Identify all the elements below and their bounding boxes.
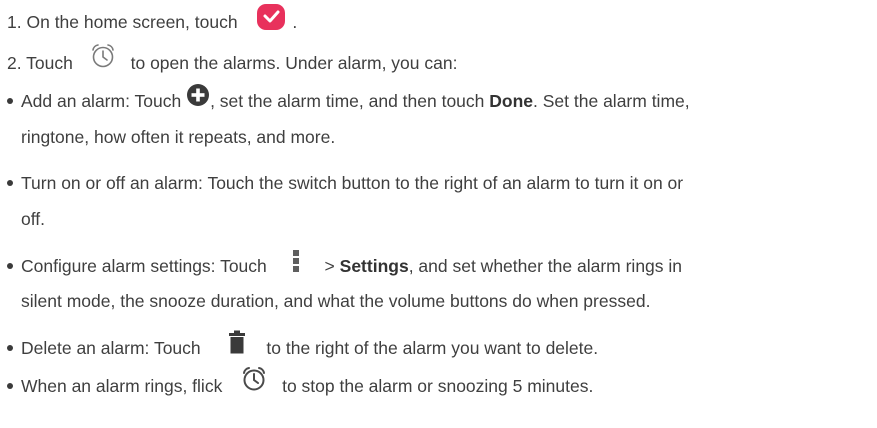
bullet-text-end: , and set whether the alarm rings in <box>408 256 683 276</box>
step-number: 1. <box>7 12 22 32</box>
bullet-dot <box>7 97 13 104</box>
bullet-dot <box>7 344 13 351</box>
step-text-end: . <box>292 12 298 32</box>
alarm-clock-icon <box>90 43 116 69</box>
bullet-dot <box>7 179 13 186</box>
bullet-text-mid: , set the alarm time, and then touch <box>210 91 485 111</box>
bullet-text: When an alarm rings, flick <box>21 376 223 396</box>
bullet-dot <box>7 382 13 389</box>
bullet-text: Add an alarm: Touch <box>21 91 182 111</box>
bullet-delete-alarm: Delete an alarm: Touch to the right of t… <box>4 330 599 359</box>
bullet-dot <box>7 262 13 269</box>
step-number: 2. <box>7 53 22 73</box>
bullet-alarm-settings-cont: silent mode, the snooze duration, and wh… <box>21 291 651 311</box>
bullet-alarm-settings: Configure alarm settings: Touch > Settin… <box>4 250 683 277</box>
bullet-text: Delete an alarm: Touch <box>21 338 201 358</box>
bullet-toggle-alarm-cont: off. <box>21 209 46 229</box>
add-circle-icon <box>186 83 210 107</box>
menu-icon <box>292 249 300 273</box>
step-1: 1. On the home screen, touch . <box>7 4 298 34</box>
clock-app-icon <box>256 3 286 31</box>
bullet-toggle-alarm: Turn on or off an alarm: Touch the switc… <box>4 172 683 194</box>
settings-label: Settings <box>339 256 409 276</box>
bullet-text-end: . Set the alarm time, <box>533 91 690 111</box>
trash-icon <box>228 330 246 354</box>
alarm-clock-icon <box>241 366 267 392</box>
step-text-end: to open the alarms. Under alarm, you can… <box>130 53 458 73</box>
gt-sign: > <box>324 256 335 276</box>
bullet-text: Configure alarm settings: Touch <box>21 256 267 276</box>
done-label: Done <box>489 91 534 111</box>
bullet-text-end: to the right of the alarm you want to de… <box>266 338 599 358</box>
bullet-add-alarm-cont: ringtone, how often it repeats, and more… <box>21 127 336 147</box>
step-text: Touch <box>26 53 73 73</box>
step-text: On the home screen, touch <box>26 12 238 32</box>
step-2: 2. Touch to open the alarms. Under alarm… <box>7 44 458 74</box>
bullet-add-alarm: Add an alarm: Touch , set the alarm time… <box>4 84 690 112</box>
bullet-text-end: to stop the alarm or snoozing 5 minutes. <box>282 376 594 396</box>
bullet-alarm-rings: When an alarm rings, flick to stop the a… <box>4 367 594 397</box>
bullet-text: Turn on or off an alarm: Touch the switc… <box>21 173 684 193</box>
